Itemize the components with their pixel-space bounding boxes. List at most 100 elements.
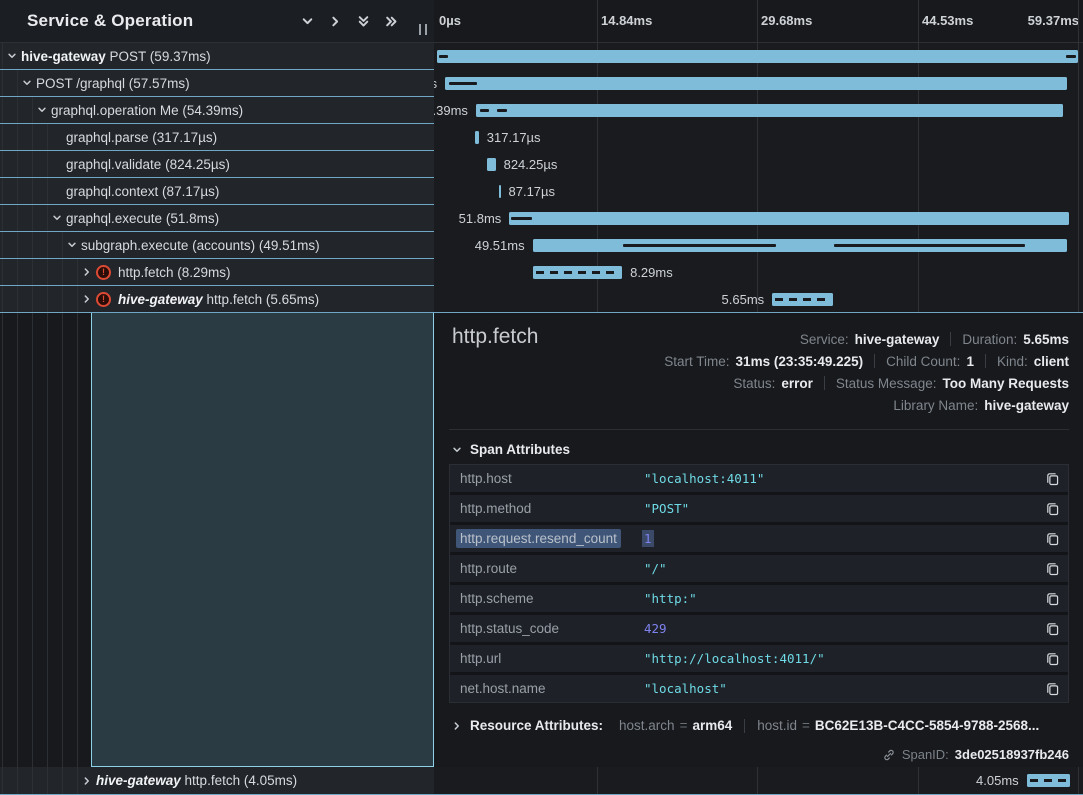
tree-row[interactable]: subgraph.execute (accounts) (49.51ms) [0, 232, 434, 259]
attribute-value[interactable]: "http://localhost:4011/" [642, 650, 827, 667]
chevron-right-icon[interactable] [82, 294, 92, 304]
span-bar[interactable] [499, 185, 501, 198]
double-chevron-down-icon[interactable] [357, 15, 370, 28]
waterfall-row: 4.05ms [434, 767, 1083, 795]
chevron-down-icon[interactable] [37, 105, 47, 115]
duration-label: 87.17µs [509, 184, 556, 199]
span-label: http.fetch (8.29ms) [118, 265, 231, 280]
copy-icon[interactable] [1045, 621, 1060, 636]
link-icon[interactable] [882, 748, 896, 762]
indent-guide [47, 124, 48, 150]
timeline-tick-label: 0µs [439, 13, 461, 28]
span-attribute-row[interactable]: http.status_code 429 [450, 615, 1068, 642]
tree-row[interactable]: graphql.parse (317.17µs) [0, 124, 434, 151]
service-name: hive-gateway [118, 292, 203, 307]
duration-label: 8.29ms [630, 265, 673, 280]
tree-row[interactable]: POST /graphql (57.57ms) [0, 70, 434, 97]
span-details-panel: http.fetch Service:hive-gatewayDuration:… [434, 313, 1083, 767]
chevron-right-icon[interactable] [452, 721, 462, 731]
attribute-value[interactable]: "localhost:4011" [642, 470, 766, 487]
copy-icon[interactable] [1045, 591, 1060, 606]
divider [449, 429, 1069, 430]
indent-guide [32, 178, 33, 204]
copy-icon[interactable] [1045, 561, 1060, 576]
span-bar[interactable] [475, 131, 478, 144]
span-bar[interactable] [476, 104, 1063, 117]
span-bar[interactable] [437, 50, 1078, 63]
chevron-down-icon[interactable] [22, 78, 32, 88]
tree-row[interactable]: graphql.validate (824.25µs) [0, 151, 434, 178]
indent-guide [47, 313, 48, 767]
resource-attributes-row[interactable]: Resource Attributes: host.arch=arm64host… [452, 718, 1068, 733]
gridline [757, 767, 758, 794]
span-bar[interactable] [533, 266, 623, 279]
span-bar[interactable] [509, 212, 1068, 225]
span-attribute-row[interactable]: http.host "localhost:4011" [450, 465, 1068, 492]
double-chevron-right-icon[interactable] [385, 15, 398, 28]
indent-guide [2, 286, 3, 312]
resource-attributes-pairs: host.arch=arm64host.id=BC62E13B-C4CC-585… [611, 718, 1039, 733]
indent-guide [32, 286, 33, 312]
chevron-down-icon[interactable] [301, 15, 314, 28]
attribute-key[interactable]: http.url [456, 649, 505, 668]
metadata-value: 31ms (23:35:49.225) [736, 354, 864, 369]
divider [744, 719, 745, 733]
chevron-down-icon[interactable] [7, 51, 17, 61]
span-bar[interactable] [533, 239, 1068, 252]
span-attribute-row[interactable]: http.url "http://localhost:4011/" [450, 645, 1068, 672]
self-time-mark [497, 109, 506, 112]
attribute-value[interactable]: "http:" [642, 590, 699, 607]
attribute-key[interactable]: http.host [456, 469, 516, 488]
tree-row[interactable]: !hive-gateway http.fetch (5.65ms) [0, 286, 434, 313]
chevron-right-icon[interactable] [82, 776, 92, 786]
span-attributes-table: http.host "localhost:4011" http.method "POS… [449, 464, 1069, 703]
attribute-value[interactable]: "/" [642, 560, 669, 577]
span-attribute-row[interactable]: http.request.resend_count 1 [450, 525, 1068, 552]
chevron-right-icon[interactable] [329, 15, 342, 28]
copy-icon[interactable] [1045, 681, 1060, 696]
waterfall-row: 317.17µs [434, 124, 1083, 151]
span-attribute-row[interactable]: http.method "POST" [450, 495, 1068, 522]
span-bar[interactable] [445, 77, 1067, 90]
copy-icon[interactable] [1045, 651, 1060, 666]
panel-resize-handle[interactable] [419, 24, 427, 35]
indent-guide [17, 205, 18, 231]
equals-sign: = [802, 718, 810, 733]
gridline [1078, 767, 1079, 794]
chevron-down-icon[interactable] [452, 445, 462, 455]
indent-guide [17, 313, 18, 767]
tree-row[interactable]: graphql.execute (51.8ms) [0, 205, 434, 232]
indent-guide [47, 232, 48, 258]
attribute-key[interactable]: http.route [456, 559, 521, 578]
chevron-right-icon[interactable] [82, 267, 92, 277]
attribute-value[interactable]: 1 [642, 530, 654, 547]
span-bar[interactable] [487, 158, 496, 171]
attribute-value[interactable]: 429 [642, 620, 669, 637]
span-bar[interactable] [1027, 774, 1071, 787]
tree-row[interactable]: graphql.context (87.17µs) [0, 178, 434, 205]
copy-icon[interactable] [1045, 471, 1060, 486]
attribute-key[interactable]: http.method [456, 499, 535, 518]
copy-icon[interactable] [1045, 501, 1060, 516]
chevron-down-icon[interactable] [52, 213, 62, 223]
tree-row[interactable]: hive-gateway POST (59.37ms) [0, 43, 434, 70]
span-attributes-header[interactable]: Span Attributes [452, 442, 570, 457]
tree-row[interactable]: graphql.operation Me (54.39ms) [0, 97, 434, 124]
tree-row[interactable]: hive-gateway http.fetch (4.05ms) [0, 767, 434, 795]
attribute-value[interactable]: "localhost" [642, 680, 729, 697]
attribute-key[interactable]: net.host.name [456, 679, 550, 698]
self-time-mark [449, 82, 477, 85]
span-attribute-row[interactable]: net.host.name "localhost" [450, 675, 1068, 702]
attribute-key[interactable]: http.request.resend_count [456, 529, 621, 548]
copy-icon[interactable] [1045, 531, 1060, 546]
span-bar[interactable] [772, 293, 833, 306]
span-attribute-row[interactable]: http.route "/" [450, 555, 1068, 582]
attribute-key[interactable]: http.status_code [456, 619, 563, 638]
tree-row[interactable]: !http.fetch (8.29ms) [0, 259, 434, 286]
chevron-down-icon[interactable] [67, 240, 77, 250]
span-attribute-row[interactable]: http.scheme "http:" [450, 585, 1068, 612]
attribute-value[interactable]: "POST" [642, 500, 691, 517]
attribute-key[interactable]: http.scheme [456, 589, 538, 608]
metadata-value: hive-gateway [984, 398, 1069, 413]
self-time-mark [439, 55, 449, 58]
